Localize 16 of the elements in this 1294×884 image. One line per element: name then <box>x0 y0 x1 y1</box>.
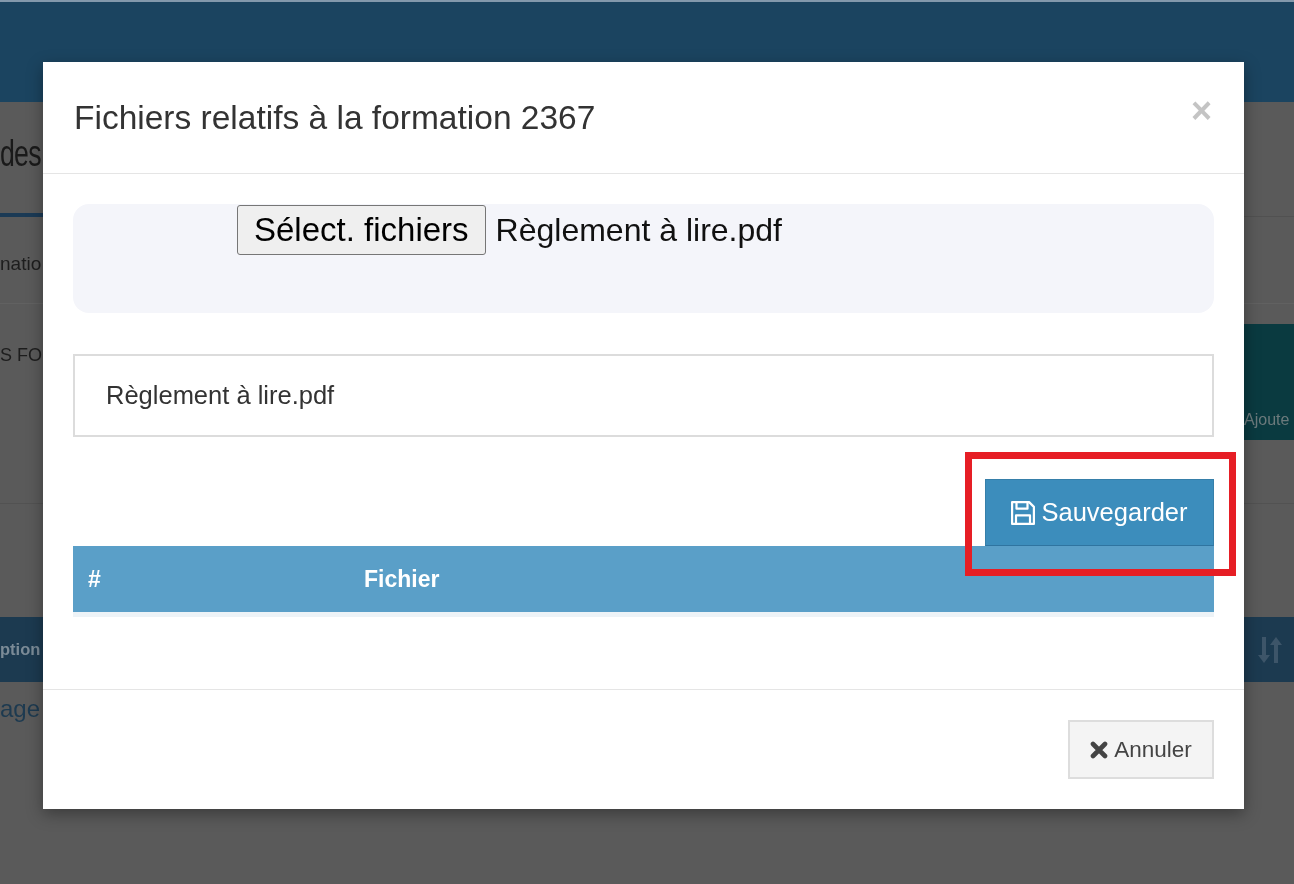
file-input-zone[interactable]: Sélect. fichiers Règlement à lire.pdf <box>73 204 1214 313</box>
file-name: Règlement à lire.pdf <box>106 381 335 410</box>
page-text: S FO <box>0 345 42 366</box>
action-button[interactable]: Ajoute <box>1244 324 1294 440</box>
selected-file-name: Règlement à lire.pdf <box>495 211 782 250</box>
cross-icon <box>1090 740 1109 759</box>
save-button[interactable]: Sauvegarder <box>985 479 1214 546</box>
column-header: Fichier <box>349 546 1214 612</box>
column-header: # <box>73 546 349 612</box>
modal-title: Fichiers relatifs à la formation 2367 <box>74 98 596 137</box>
sort-icon[interactable] <box>1258 636 1282 663</box>
page-text: natio <box>0 253 42 275</box>
cancel-button[interactable]: Annuler <box>1068 720 1214 779</box>
column-header: ption <box>0 640 41 659</box>
page-heading: des <box>0 133 41 175</box>
select-files-button[interactable]: Sélect. fichiers <box>237 205 486 255</box>
